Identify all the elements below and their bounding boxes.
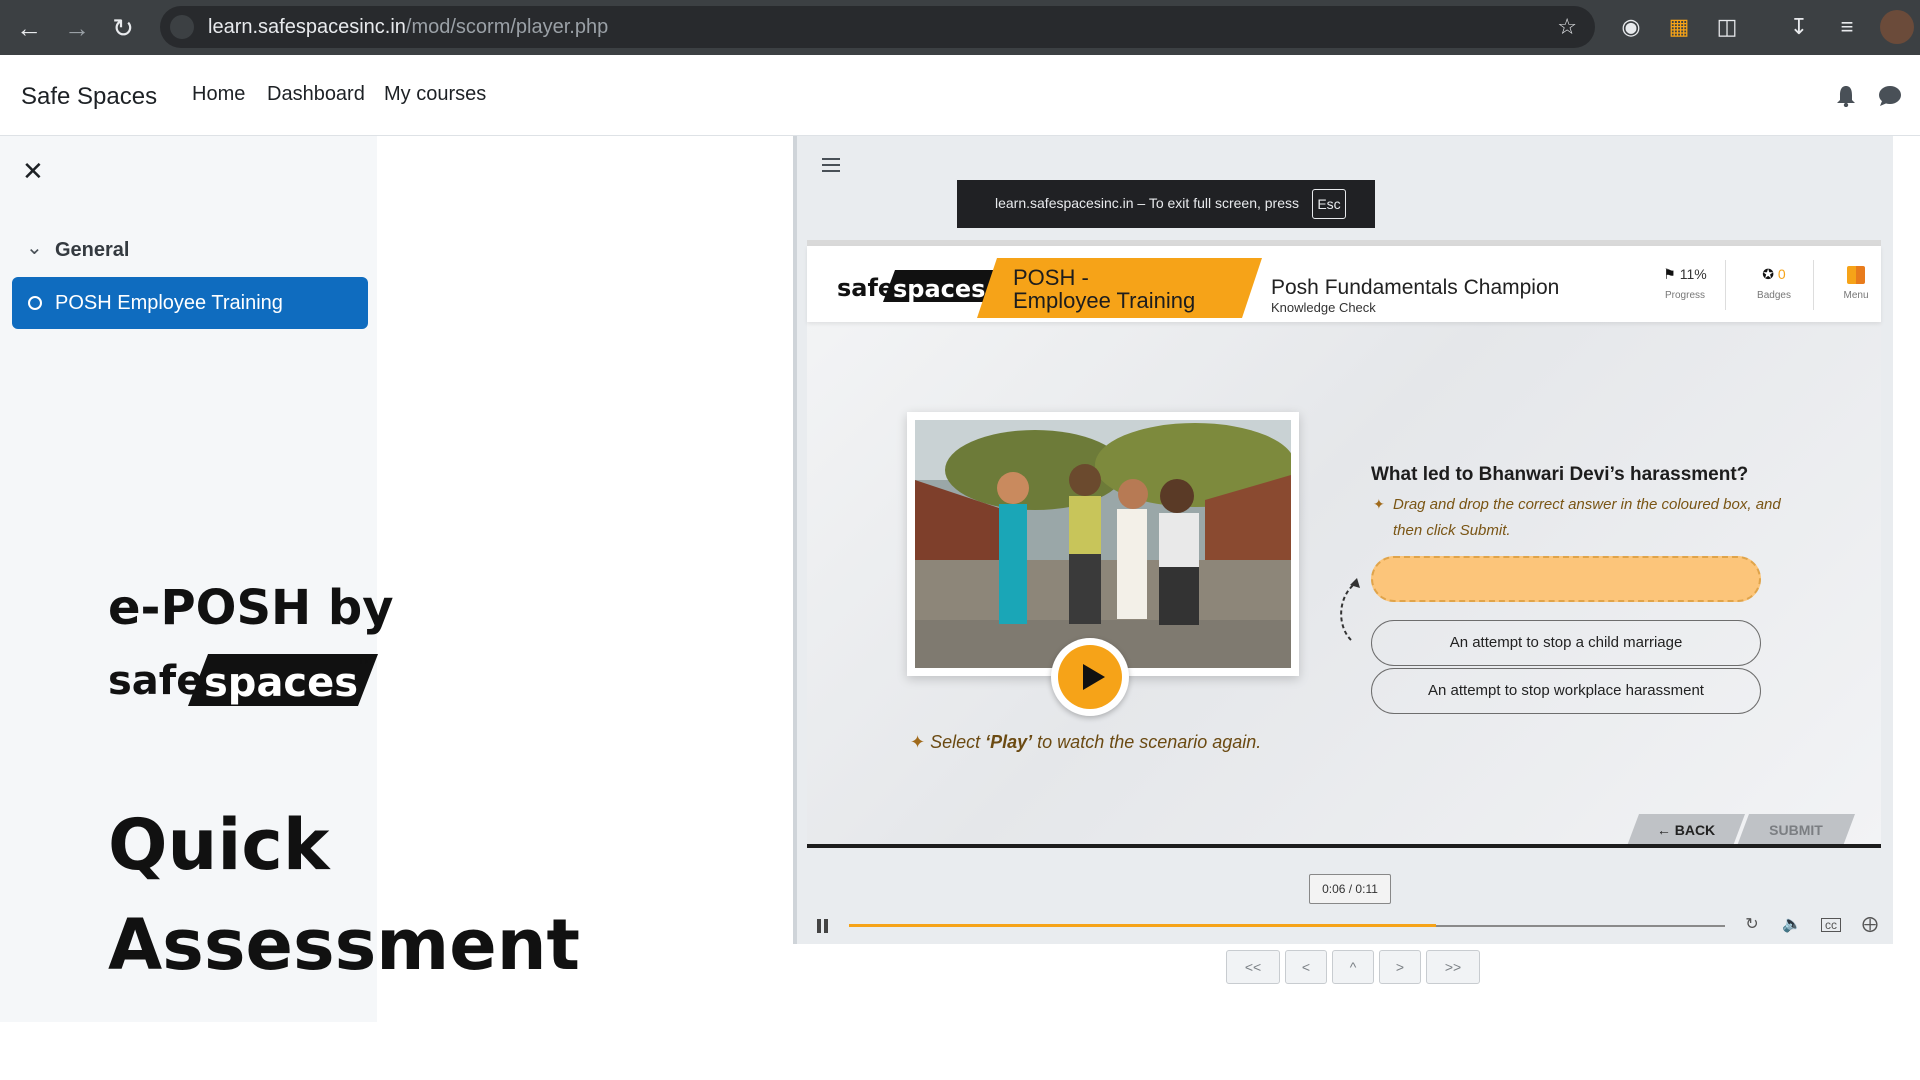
progress-stat[interactable]: ⚑ 11% Progress: [1655, 266, 1715, 301]
nav-up-button[interactable]: ^: [1332, 950, 1374, 984]
play-icon: [1083, 664, 1105, 690]
course-title: Posh Fundamentals Champion: [1271, 276, 1560, 299]
question-instruction: Drag and drop the correct answer in the …: [1393, 496, 1781, 539]
submit-button[interactable]: SUBMIT: [1737, 814, 1855, 846]
site-info-icon[interactable]: [170, 15, 194, 39]
pause-icon[interactable]: [817, 919, 829, 933]
camera-icon[interactable]: ◉: [1616, 12, 1646, 42]
slide-divider: [807, 844, 1881, 848]
close-icon[interactable]: ✕: [22, 156, 44, 187]
scenario-image[interactable]: [907, 412, 1299, 676]
slide-header: safe spaces POSH - Employee Training Posh…: [807, 246, 1881, 322]
fullscreen-toast: learn.safespacesinc.in – To exit full sc…: [957, 180, 1375, 228]
badges-stat[interactable]: ✪ 0 Badges: [1744, 266, 1804, 301]
arrow-forward-icon[interactable]: →: [58, 9, 96, 47]
drag-hand-icon: ✦: [1373, 496, 1385, 512]
back-button[interactable]: ← BACK: [1627, 814, 1745, 846]
nav-my-courses[interactable]: My courses: [384, 83, 486, 106]
question-text: What led to Bhanwari Devi’s harassment?: [1371, 464, 1749, 485]
url-text: learn.safespacesinc.in/mod/scorm/player.…: [208, 16, 609, 38]
medal-icon: ✪: [1762, 266, 1775, 282]
star-icon[interactable]: ☆: [1557, 14, 1577, 40]
circle-icon: [28, 296, 42, 310]
replay-icon[interactable]: ↻: [1741, 914, 1763, 936]
seek-progress: [849, 924, 1436, 927]
grid-icon: [1847, 266, 1865, 284]
promo-heading: e-POSH by: [108, 580, 394, 636]
esc-key: Esc: [1312, 189, 1346, 219]
avatar[interactable]: [1880, 10, 1914, 44]
nav-dashboard[interactable]: Dashboard: [267, 83, 365, 106]
seek-bar[interactable]: [849, 924, 1725, 927]
course-index-item-label: POSH Employee Training: [55, 292, 283, 314]
safespaces-header-logo: safe spaces: [837, 270, 995, 303]
nav-next-button[interactable]: >: [1379, 950, 1421, 984]
nav-first-button[interactable]: <<: [1226, 950, 1280, 984]
section-title[interactable]: General: [55, 239, 129, 262]
chevron-down-icon[interactable]: ⌄: [26, 235, 43, 260]
answer-drop-zone[interactable]: [1371, 556, 1761, 602]
safespaces-logo: safe spaces TM: [108, 654, 378, 706]
course-ribbon: POSH - Employee Training: [977, 258, 1262, 318]
menu-button[interactable]: Menu: [1826, 266, 1886, 301]
time-display: 0:06 / 0:11: [1309, 874, 1391, 904]
play-hint: ✦ Select ‘Play’ to watch the scenario ag…: [910, 732, 1262, 752]
media-queue-icon[interactable]: ≡: [1832, 12, 1862, 42]
answer-option-1[interactable]: An attempt to stop a child marriage: [1371, 620, 1761, 666]
volume-icon[interactable]: 🔈: [1781, 914, 1803, 936]
chat-icon[interactable]: [1878, 85, 1902, 107]
flag-icon: ⚑: [1663, 266, 1676, 282]
course-index-item-posh[interactable]: POSH Employee Training: [12, 277, 368, 329]
arrow-back-icon[interactable]: ←: [10, 9, 48, 47]
promo-title: Quick Assessment: [108, 804, 581, 986]
extension-color-icon[interactable]: ▦: [1664, 12, 1694, 42]
curved-arrow-icon: [1340, 578, 1360, 641]
course-slide: safe spaces POSH - Employee Training Posh…: [807, 240, 1881, 848]
nav-home[interactable]: Home: [192, 83, 245, 106]
nav-prev-button[interactable]: <: [1285, 950, 1327, 984]
svg-text:spaces: spaces: [893, 275, 985, 303]
download-icon[interactable]: ↧: [1784, 12, 1814, 42]
site-header: Safe Spaces Home Dashboard My courses: [0, 55, 1920, 136]
bell-icon[interactable]: [1836, 85, 1856, 107]
svg-text:spaces: spaces: [204, 660, 358, 706]
site-brand[interactable]: Safe Spaces: [21, 83, 157, 111]
hamburger-menu-icon[interactable]: [822, 158, 840, 172]
svg-text:safe: safe: [108, 658, 203, 704]
address-bar[interactable]: learn.safespacesinc.in/mod/scorm/player.…: [160, 6, 1595, 48]
puzzle-icon[interactable]: ◫: [1712, 12, 1742, 42]
cursor-icon: ✦: [910, 732, 926, 752]
captions-icon[interactable]: cc: [1821, 918, 1841, 932]
play-button[interactable]: [1051, 638, 1129, 716]
scorm-player: learn.safespacesinc.in – To exit full sc…: [793, 136, 1893, 944]
reload-icon[interactable]: ↻: [104, 9, 142, 47]
svg-text:safe: safe: [837, 274, 894, 302]
course-subtitle: Knowledge Check: [1271, 300, 1376, 315]
answer-option-2[interactable]: An attempt to stop workplace harassment: [1371, 668, 1761, 714]
browser-toolbar: ← → ↻ learn.safespacesinc.in/mod/scorm/p…: [0, 0, 1920, 55]
exit-fullscreen-icon[interactable]: ⨁: [1859, 914, 1881, 936]
scenario-illustration: [915, 420, 1291, 668]
nav-last-button[interactable]: >>: [1426, 950, 1480, 984]
svg-text:TM: TM: [357, 657, 371, 667]
